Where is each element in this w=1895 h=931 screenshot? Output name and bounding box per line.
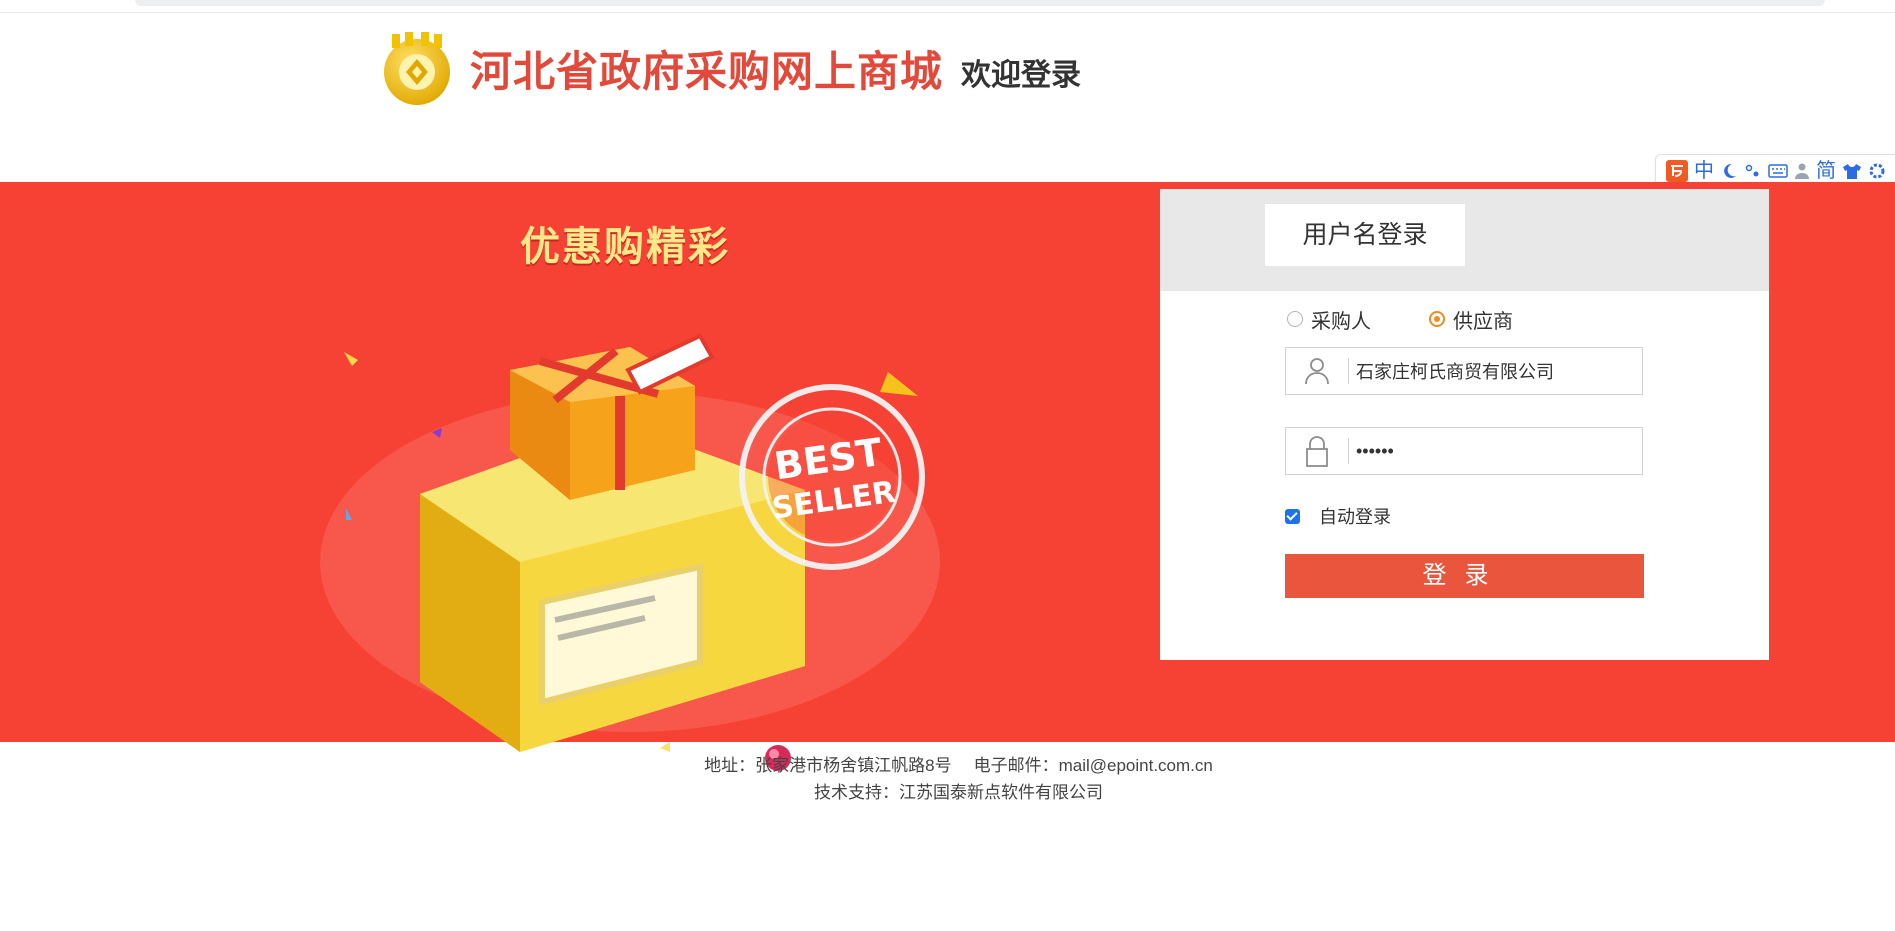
login-tabs: 用户名登录: [1160, 189, 1769, 291]
login-button[interactable]: 登录: [1285, 554, 1644, 598]
lock-icon: [1286, 427, 1348, 475]
welcome-label: 欢迎登录: [961, 58, 1082, 93]
settings-gear-icon[interactable]: [1868, 162, 1886, 180]
gift-box-illustration: BEST SELLER: [320, 333, 940, 771]
keyboard-icon[interactable]: [1768, 162, 1788, 180]
site-footer: 地址：张家港市杨舍镇江帆路8号 电子邮件：mail@epoint.com.cn 技…: [0, 752, 1895, 806]
user-icon[interactable]: [1794, 162, 1810, 180]
browser-toolbar-edge: [135, 0, 1825, 6]
password-field[interactable]: [1285, 427, 1643, 475]
ime-simplified-toggle[interactable]: 简: [1816, 159, 1836, 183]
site-title: 河北省政府采购网上商城: [470, 46, 944, 96]
top-divider: [0, 12, 1895, 13]
footer-email: 电子邮件：mail@epoint.com.cn: [973, 756, 1213, 775]
username-field[interactable]: [1285, 347, 1643, 395]
footer-address: 地址：张家港市杨舍镇江帆路8号: [704, 756, 952, 775]
purchaser-label: 采购人: [1311, 310, 1371, 333]
skin-shirt-icon[interactable]: [1842, 162, 1862, 180]
footer-support: 技术支持：江苏国泰新点软件有限公司: [814, 783, 1103, 802]
supplier-label: 供应商: [1453, 310, 1513, 333]
password-input[interactable]: [1349, 428, 1628, 474]
ime-chinese-toggle[interactable]: 中: [1694, 159, 1714, 183]
username-input[interactable]: [1349, 348, 1628, 394]
auto-login-label: 自动登录: [1319, 507, 1391, 527]
role-selector: 采购人 供应商: [1287, 304, 1513, 334]
site-header: 河北省政府采购网上商城 欢迎登录: [378, 28, 1081, 108]
role-option-supplier[interactable]: 供应商: [1429, 305, 1513, 334]
supplier-radio[interactable]: [1429, 311, 1445, 327]
ime-logo-icon[interactable]: [1666, 160, 1688, 182]
moon-icon[interactable]: [1720, 162, 1738, 180]
auto-login-checkbox[interactable]: [1285, 508, 1300, 524]
site-logo: [378, 29, 456, 107]
punctuation-icon[interactable]: [1744, 162, 1762, 180]
best-seller-stamp: BEST SELLER: [739, 384, 925, 570]
login-panel: 用户名登录 采购人 供应商 自动登录 登录: [1160, 189, 1769, 660]
user-icon: [1286, 347, 1348, 395]
tab-username-login[interactable]: 用户名登录: [1265, 204, 1465, 266]
purchaser-radio[interactable]: [1287, 311, 1303, 327]
role-option-purchaser[interactable]: 采购人: [1287, 305, 1371, 334]
auto-login-row[interactable]: 自动登录: [1285, 503, 1391, 529]
